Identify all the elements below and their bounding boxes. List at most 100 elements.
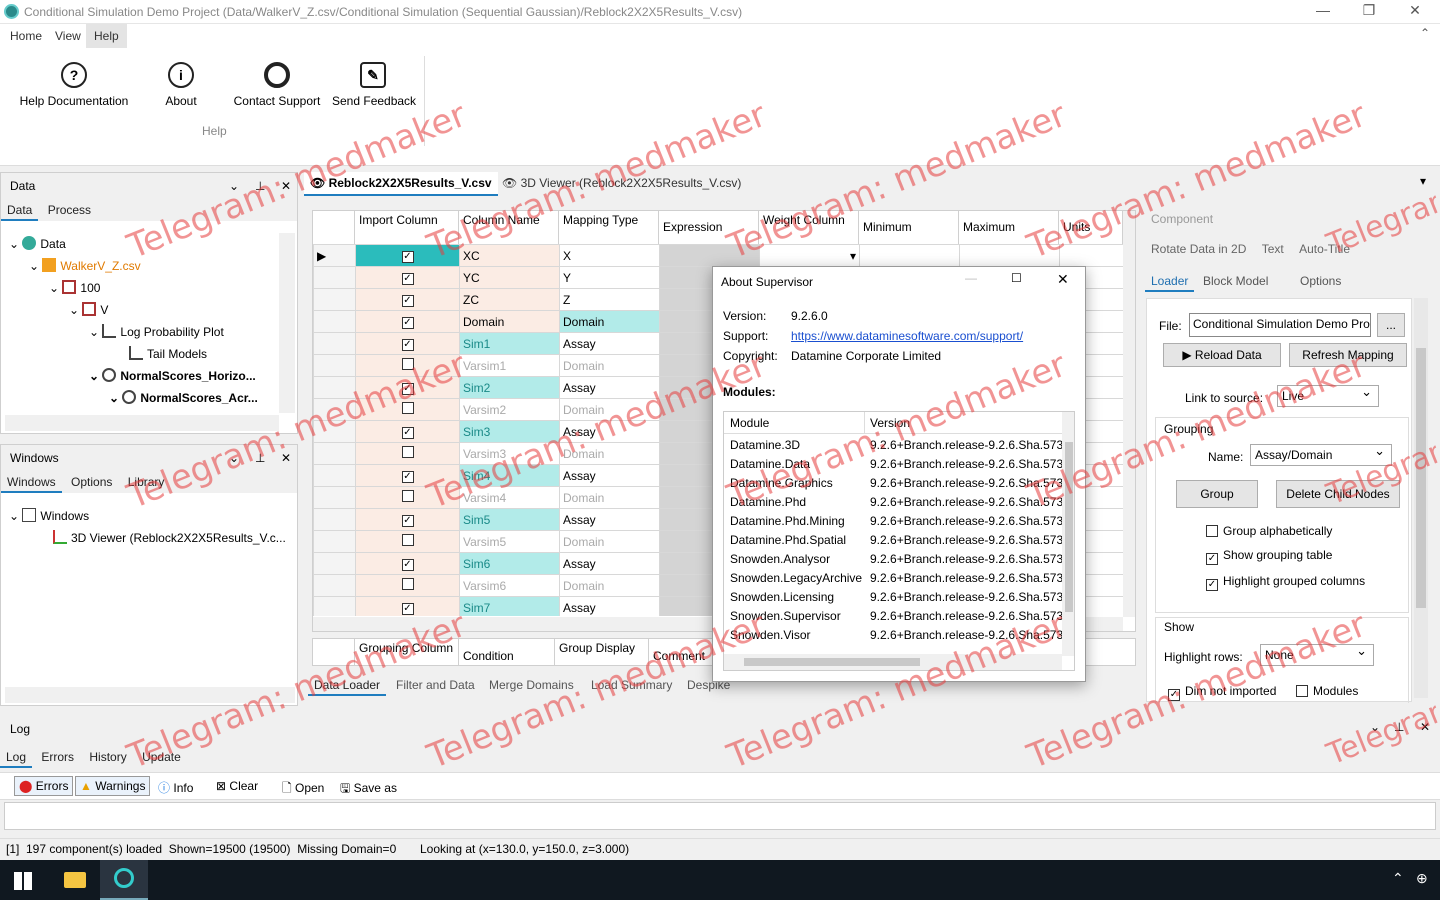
import-checkbox-cell[interactable]: [355, 442, 460, 465]
mapping-type-cell[interactable]: Assay: [559, 552, 660, 575]
column-name-cell[interactable]: Sim5: [459, 508, 560, 531]
import-checkbox-cell[interactable]: ✓: [355, 310, 460, 333]
checkbox-icon[interactable]: ✓: [401, 339, 414, 351]
mapping-type-cell[interactable]: Assay: [559, 376, 660, 399]
mapping-type-cell[interactable]: Assay: [559, 332, 660, 355]
close-panel-icon[interactable]: ✕: [1420, 720, 1430, 734]
import-checkbox-cell[interactable]: ✓: [355, 266, 460, 289]
mapping-type-cell[interactable]: Y: [559, 266, 660, 289]
import-checkbox-cell[interactable]: [355, 354, 460, 377]
component-scrollbar[interactable]: [1414, 298, 1428, 698]
tree-item-tail[interactable]: Tail Models: [5, 343, 277, 365]
file-explorer-icon[interactable]: [64, 872, 86, 888]
start-icon[interactable]: [14, 872, 32, 890]
contact-support-button[interactable]: Contact Support: [232, 62, 322, 108]
row-header[interactable]: [313, 574, 356, 597]
import-checkbox-cell[interactable]: ✓: [355, 244, 460, 267]
open-button[interactable]: 🗋 Open: [282, 779, 324, 800]
minimum-cell[interactable]: [859, 244, 960, 267]
header-minimum[interactable]: Minimum: [859, 211, 959, 245]
dropdown-icon[interactable]: ⌄: [229, 445, 239, 471]
column-name-cell[interactable]: Varsim1: [459, 354, 560, 377]
tab-merge-domains[interactable]: Merge Domains: [483, 674, 580, 696]
close-panel-icon[interactable]: ✕: [281, 445, 291, 471]
mapping-type-cell[interactable]: Assay: [559, 464, 660, 487]
tab-windows[interactable]: Windows: [1, 471, 62, 493]
column-name-cell[interactable]: Sim1: [459, 332, 560, 355]
rotate-data-2d[interactable]: Rotate Data in 2D: [1151, 242, 1246, 256]
tree-item-windows[interactable]: ⌄ Windows: [5, 505, 295, 527]
tree-item-data[interactable]: ⌄ Data: [5, 233, 277, 255]
minimize-icon[interactable]: —: [1308, 2, 1338, 22]
units-cell[interactable]: [1059, 244, 1123, 267]
mapping-type-cell[interactable]: Assay: [559, 596, 660, 616]
info-toggle[interactable]: ⓘ Info: [158, 779, 193, 796]
mapping-type-cell[interactable]: Domain: [559, 442, 660, 465]
column-name-cell[interactable]: Sim6: [459, 552, 560, 575]
row-header[interactable]: [313, 266, 356, 289]
checkbox-icon[interactable]: [401, 446, 414, 458]
modules-checkbox[interactable]: Modules: [1296, 684, 1358, 698]
group-alphabetically-checkbox[interactable]: Group alphabetically: [1206, 524, 1332, 538]
column-name-cell[interactable]: YC: [459, 266, 560, 289]
header-group-display[interactable]: Group Display: [555, 639, 649, 665]
list-item[interactable]: Snowden.LegacyArchive 9.2.6+Branch.releas…: [724, 569, 1062, 588]
header-module[interactable]: Module: [730, 416, 769, 430]
checkbox-icon[interactable]: ✓: [401, 515, 414, 527]
file-input[interactable]: Conditional Simulation Demo Pro: [1189, 313, 1371, 337]
grouping-name-select[interactable]: Assay/Domain: [1250, 441, 1392, 466]
checkbox-icon[interactable]: ✓: [401, 603, 414, 615]
row-header[interactable]: [313, 530, 356, 553]
highlight-rows-select[interactable]: None: [1260, 641, 1374, 666]
tab-data[interactable]: Data: [1, 199, 39, 221]
mapping-type-cell[interactable]: X: [559, 244, 660, 267]
tree-item-logprob[interactable]: ⌄ Log Probability Plot: [5, 321, 277, 343]
header-grouping-column[interactable]: Grouping Column: [355, 639, 459, 665]
header-condition[interactable]: Condition: [459, 639, 555, 665]
doc-tab-3dviewer[interactable]: 👁 3D Viewer (Reblock2X2X5Results_V.csv): [496, 172, 747, 196]
clear-button[interactable]: ⊠ Clear: [216, 779, 258, 793]
dim-not-imported-checkbox[interactable]: ✓ Dim not imported: [1168, 684, 1276, 701]
collapse-ribbon-icon[interactable]: ⌃: [1420, 26, 1430, 40]
list-item[interactable]: Snowden.Licensing 9.2.6+Branch.release-9.…: [724, 588, 1062, 607]
horizontal-scrollbar[interactable]: [5, 687, 295, 703]
list-item[interactable]: Snowden.Analysor 9.2.6+Branch.release-9.2…: [724, 550, 1062, 569]
tree-item-100[interactable]: ⌄ 100: [5, 277, 277, 299]
tab-update[interactable]: Update: [136, 746, 187, 768]
tray-up-icon[interactable]: ⌃: [1392, 870, 1404, 887]
close-icon[interactable]: ✕: [1400, 2, 1430, 22]
browse-button[interactable]: ...: [1377, 313, 1405, 337]
list-item[interactable]: Datamine.3D 9.2.6+Branch.release-9.2.6.Sh…: [724, 436, 1062, 455]
row-header[interactable]: [313, 310, 356, 333]
mapping-type-cell[interactable]: Domain: [559, 354, 660, 377]
header-units[interactable]: Units: [1059, 211, 1123, 245]
list-item[interactable]: Datamine.Phd.Spatial 9.2.6+Branch.release…: [724, 531, 1062, 550]
log-output[interactable]: [4, 802, 1436, 830]
support-link[interactable]: https://www.dataminesoftware.com/support…: [791, 329, 1023, 343]
row-header[interactable]: [313, 288, 356, 311]
link-source-select[interactable]: Live: [1277, 382, 1379, 407]
row-header[interactable]: [313, 552, 356, 575]
vertical-scrollbar[interactable]: [279, 233, 295, 413]
column-name-cell[interactable]: Sim4: [459, 464, 560, 487]
checkbox-icon[interactable]: ✓: [401, 317, 414, 329]
import-checkbox-cell[interactable]: ✓: [355, 420, 460, 443]
about-button[interactable]: i About: [160, 62, 202, 108]
highlight-grouped-checkbox[interactable]: ✓ Highlight grouped columns: [1206, 574, 1365, 591]
taskbar-app[interactable]: [100, 860, 148, 900]
text-option[interactable]: Text: [1262, 242, 1284, 256]
header-maximum[interactable]: Maximum: [959, 211, 1059, 245]
tree-item-3dviewer[interactable]: 3D Viewer (Reblock2X2X5Results_V.c...: [5, 527, 295, 549]
header-column-name[interactable]: Column Name: [459, 211, 559, 245]
header-weight-column[interactable]: Weight Column: [759, 211, 859, 245]
menu-help[interactable]: Help: [86, 24, 127, 48]
auto-title-option[interactable]: Auto-Title: [1299, 242, 1350, 256]
checkbox-icon[interactable]: ✓: [401, 383, 414, 395]
list-item[interactable]: Datamine.Phd.Mining 9.2.6+Branch.release-…: [724, 512, 1062, 531]
help-documentation-button[interactable]: ? Help Documentation: [18, 62, 130, 108]
tab-options-component[interactable]: Options: [1294, 270, 1347, 292]
close-panel-icon[interactable]: ✕: [281, 173, 291, 199]
reload-data-button[interactable]: ▶ Reload Data: [1163, 343, 1281, 367]
dialog-minimize-icon[interactable]: —: [965, 271, 977, 285]
tab-filter-data[interactable]: Filter and Data: [390, 674, 481, 696]
